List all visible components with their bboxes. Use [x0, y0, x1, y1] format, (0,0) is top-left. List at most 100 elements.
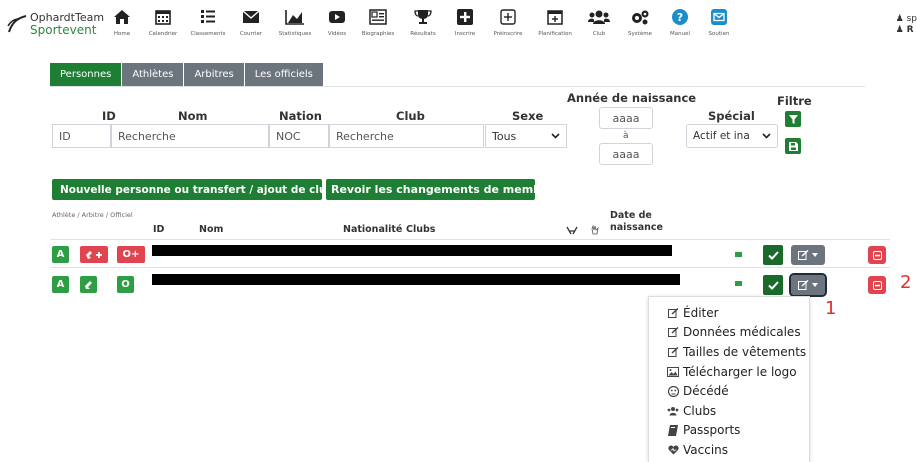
confirm-button[interactable] — [763, 245, 783, 265]
brand-line2: Sportevent — [30, 23, 97, 37]
fencer-logo-icon — [7, 15, 27, 33]
menu-item-label: Éditer — [683, 305, 719, 320]
nom-search-input[interactable]: Recherche — [111, 124, 269, 148]
image-icon — [667, 366, 679, 378]
special-select[interactable]: Actif et ina — [686, 124, 778, 148]
menu-item-label: Clubs — [683, 403, 717, 418]
edit-dropdown-button-open[interactable] — [789, 273, 827, 297]
save-filter-button[interactable] — [785, 138, 801, 154]
svg-text:?: ? — [677, 11, 683, 24]
nav-club[interactable]: Club — [579, 6, 619, 37]
gears-icon — [632, 10, 649, 25]
nav-statistiques[interactable]: Statistiques — [271, 6, 319, 37]
menu-item-decede[interactable]: Décédé — [649, 381, 809, 401]
check-icon — [767, 250, 779, 260]
nav-label: Préinscrire — [493, 31, 523, 37]
athlete-role-button[interactable]: A — [52, 246, 69, 263]
birth-year-from-input[interactable]: aaaa — [599, 107, 653, 129]
id-column-header[interactable]: ID — [153, 224, 164, 235]
id-input[interactable]: ID — [52, 124, 111, 148]
nav-label: Planification — [538, 31, 572, 37]
official-role-button[interactable]: O + — [117, 246, 145, 263]
delete-button[interactable] — [868, 276, 886, 294]
apply-filter-button[interactable] — [785, 111, 801, 127]
club-filter-label: Club — [396, 109, 425, 123]
menu-item-donnees-medicales[interactable]: Données médicales — [649, 323, 809, 343]
biography-icon — [369, 9, 387, 25]
new-person-button[interactable]: Nouvelle personne ou transfert / ajout d… — [52, 179, 334, 200]
nationality-column-header[interactable]: Nationalité — [343, 224, 402, 235]
clubs-column-header[interactable]: Clubs — [406, 224, 435, 235]
menu-item-vaccins[interactable]: Vaccins — [649, 440, 809, 460]
menu-item-telecharger-logo[interactable]: Télécharger le logo — [649, 362, 809, 382]
mail-icon[interactable] — [735, 281, 742, 286]
role-column-header: Athlète / Arbitre / Officiel — [52, 211, 133, 219]
menu-item-label: Données médicales — [683, 325, 801, 340]
nation-input[interactable]: NOC — [269, 124, 329, 148]
nav-classements[interactable]: Classements — [185, 6, 231, 37]
birthdate-column-header[interactable]: Date de naissance — [610, 210, 670, 234]
menu-item-passports[interactable]: Passports — [649, 421, 809, 441]
nav-home[interactable]: Home — [103, 6, 141, 37]
mail-icon[interactable] — [735, 252, 742, 257]
brand-logo[interactable]: OphardtTeam Sportevent — [6, 12, 104, 36]
official-role-button[interactable]: O — [117, 276, 134, 293]
club-search-input[interactable]: Recherche — [329, 124, 484, 148]
minus-icon — [872, 280, 882, 290]
tab-athletes[interactable]: Athlètes — [122, 63, 184, 86]
sexe-select[interactable]: Tous — [485, 124, 567, 148]
delete-button[interactable] — [868, 246, 886, 264]
nav-planification[interactable]: Planification — [531, 6, 579, 37]
chart-icon — [285, 10, 304, 25]
edit-dropdown-button[interactable] — [791, 245, 825, 265]
nav-systeme[interactable]: Système — [619, 6, 661, 37]
nom-column-header[interactable]: Nom — [199, 224, 223, 235]
user-icon: ♟ — [895, 14, 904, 24]
nav-calendrier[interactable]: Calendrier — [141, 6, 185, 37]
users-icon: ♟ — [895, 25, 904, 35]
chevron-down-icon — [762, 133, 771, 139]
nav-preinscrire[interactable]: Préinscrire — [485, 6, 531, 37]
nav-resultats[interactable]: Résultats — [401, 6, 445, 37]
plus-square-icon — [457, 9, 473, 25]
year-range-separator: à — [623, 131, 629, 141]
nav-label: Manuel — [670, 31, 690, 37]
minus-icon — [872, 250, 882, 260]
user-menu[interactable]: ♟ sp ♟ R — [896, 14, 917, 36]
menu-item-label: Télécharger le logo — [683, 364, 797, 379]
virus-icon — [667, 444, 679, 456]
nav-label: Résultats — [410, 31, 436, 37]
referee-role-button[interactable] — [80, 276, 97, 293]
menu-item-clubs[interactable]: Clubs — [649, 401, 809, 421]
nav-manuel[interactable]: ? Manuel — [661, 6, 699, 37]
calendar-icon — [155, 10, 171, 25]
mail-icon — [242, 10, 260, 23]
birth-year-filter-label: Année de naissance — [567, 91, 697, 105]
nav-inscrire[interactable]: Inscrire — [445, 6, 485, 37]
birth-year-to-input[interactable]: aaaa — [599, 143, 653, 165]
menu-item-tailles-vetements[interactable]: Tailles de vêtements — [649, 342, 809, 362]
id-filter-label: ID — [102, 109, 116, 123]
nav-label: Classements — [190, 31, 226, 37]
nav-courrier[interactable]: Courrier — [231, 6, 271, 37]
nav-biographies[interactable]: Biographies — [355, 6, 401, 37]
tab-personnes[interactable]: Personnes — [50, 63, 122, 86]
menu-item-editer[interactable]: Éditer — [649, 303, 809, 323]
check-icon — [767, 280, 779, 290]
home-icon — [114, 10, 130, 24]
confirm-button[interactable] — [763, 275, 783, 295]
review-changes-button[interactable]: Revoir les changements de membres — [326, 179, 560, 200]
referee-role-button[interactable] — [80, 246, 108, 263]
tab-officiels[interactable]: Les officiels — [244, 63, 323, 86]
athlete-role-button[interactable]: A — [52, 276, 69, 293]
nav-videos[interactable]: Vidéos — [319, 6, 355, 37]
tab-arbitres[interactable]: Arbitres — [184, 63, 244, 86]
calendar-plus-icon — [547, 10, 563, 25]
person-type-tabs: Personnes Athlètes Arbitres Les officiel… — [50, 63, 324, 86]
deceased-icon — [667, 385, 679, 397]
edit-icon — [667, 346, 679, 358]
nav-soutien[interactable]: Soutien — [699, 6, 739, 37]
list-icon — [201, 10, 215, 23]
official-role-label: O — [122, 249, 132, 260]
menu-item-label: Décédé — [683, 384, 729, 399]
